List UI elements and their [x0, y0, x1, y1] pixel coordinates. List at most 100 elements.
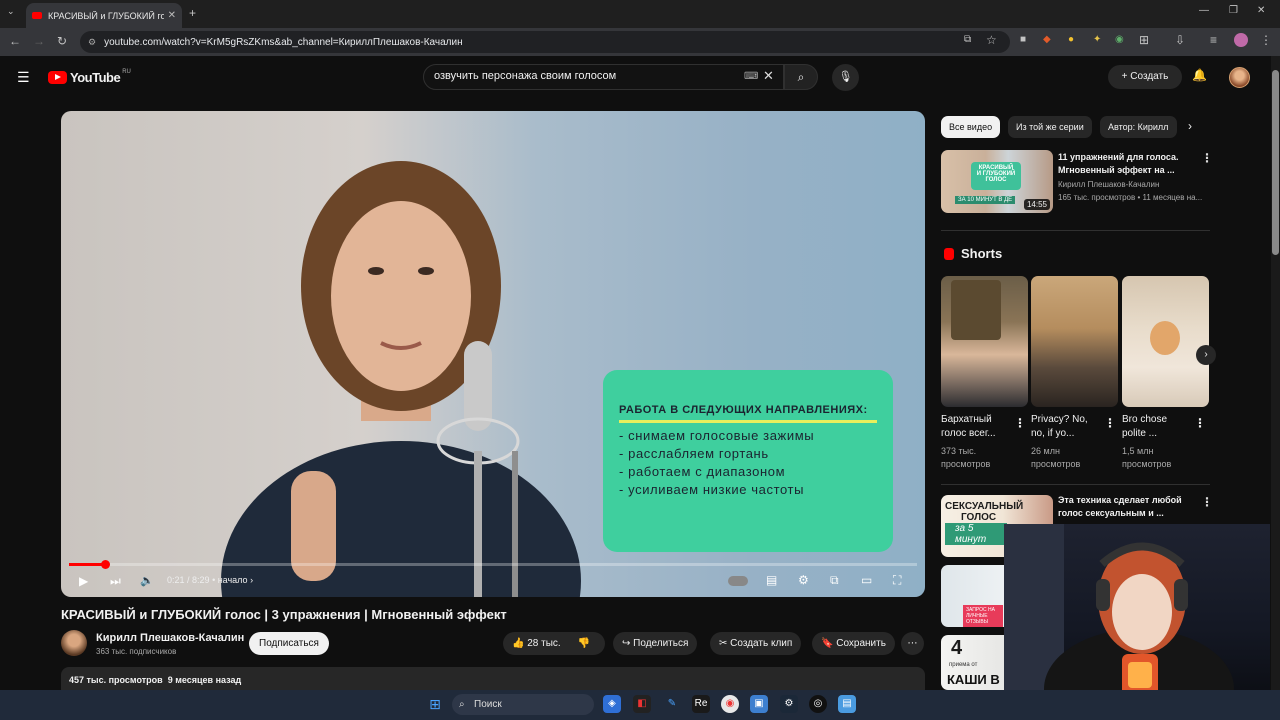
subscribe-button[interactable]: Подписаться [249, 632, 329, 655]
progress-scrubber[interactable] [100, 560, 110, 569]
voice-search-button[interactable]: 🎙 [832, 64, 859, 91]
short-title[interactable]: Privacy? No, no, if yo... [1031, 413, 1101, 441]
restore-icon[interactable]: ❐ [1229, 5, 1238, 16]
downloads-icon[interactable]: ⇩ [1175, 33, 1185, 47]
back-icon[interactable]: ← [9, 34, 21, 48]
shorts-heading-text: Shorts [961, 246, 1003, 261]
forward-icon[interactable]: → [33, 34, 45, 48]
autoplay-toggle[interactable] [728, 576, 748, 586]
address-bar[interactable]: ⚙ youtube.com/watch?v=KrM5gRsZKms&ab_cha… [80, 31, 1010, 53]
progress-bar[interactable] [69, 560, 917, 569]
taskbar-search[interactable]: ⌕ Поиск [452, 694, 594, 715]
notifications-bell-icon[interactable]: 🔔 [1192, 68, 1207, 82]
copilot-icon[interactable]: ◈ [603, 695, 621, 713]
chip-all-videos[interactable]: Все видео [941, 116, 1001, 138]
steam-icon[interactable]: ⚙ [780, 695, 798, 713]
short-thumbnail[interactable] [1122, 276, 1209, 407]
miniplayer-icon[interactable]: ⧉ [830, 573, 839, 588]
short-title[interactable]: Бархатный голос всег... [941, 413, 1011, 441]
youtube-logo[interactable]: YouTube RU [48, 69, 131, 85]
thumbnail-bottom-text: ЗА 10 МИНУТ В ДЕ [955, 196, 1016, 204]
obs-icon[interactable]: ◎ [809, 695, 827, 713]
extensions-puzzle-icon[interactable]: ⊞ [1139, 33, 1149, 47]
window-app-icon[interactable]: ▣ [750, 695, 768, 713]
volume-icon[interactable]: 🔈 [140, 574, 154, 587]
pen-app-icon[interactable]: ✎ [663, 695, 681, 713]
more-actions-button[interactable]: ⋯ [901, 632, 924, 655]
extension-fox-icon[interactable]: ◆ [1043, 34, 1051, 45]
dislike-button[interactable]: 👎 [577, 638, 589, 649]
save-label: Сохранить [836, 638, 886, 649]
thumbnail-subtext: приема от [949, 662, 978, 668]
reaper-icon[interactable]: Re [692, 695, 710, 713]
hamburger-menu-icon[interactable]: ☰ [17, 69, 30, 86]
chapter-label[interactable]: • начало [212, 575, 247, 585]
extension-color-icon[interactable]: ◉ [1115, 34, 1124, 45]
profile-avatar-icon[interactable] [1234, 33, 1248, 47]
figma-icon[interactable]: ◧ [633, 695, 651, 713]
channel-name[interactable]: Кирилл Плешаков-Качалин [96, 632, 244, 644]
tab-search-icon[interactable]: ⌄ [7, 6, 15, 17]
chip-author[interactable]: Автор: Кирилл [1100, 116, 1177, 138]
clear-search-icon[interactable]: ✕ [763, 68, 774, 84]
shorts-next-button[interactable]: › [1196, 345, 1216, 365]
recommended-channel[interactable]: Кирилл Плешаков-Качалин [1058, 179, 1159, 190]
video-player[interactable]: РАБОТА В СЛЕДУЮЩИХ НАПРАВЛЕНИЯХ: - снима… [61, 111, 925, 597]
chips-next-chevron-icon[interactable]: › [1188, 119, 1192, 133]
play-icon[interactable]: ▶ [79, 574, 88, 588]
scrollbar-thumb[interactable] [1272, 70, 1279, 255]
save-button[interactable]: 🔖 Сохранить [812, 632, 895, 655]
youtube-play-logo-icon [48, 71, 67, 84]
thumbs-up-icon: 👍 [512, 638, 528, 649]
channel-avatar[interactable] [61, 630, 87, 656]
chrome-icon[interactable]: ◉ [721, 695, 739, 713]
site-info-icon[interactable]: ⚙ [88, 37, 96, 48]
browser-menu-icon[interactable]: ⋮ [1260, 33, 1272, 47]
more-vertical-icon[interactable]: ⋮ [1201, 495, 1213, 509]
extension-coin-icon[interactable]: ● [1068, 34, 1074, 45]
keyboard-icon[interactable]: ⌨ [744, 71, 758, 82]
short-views: 373 тыс. просмотров [941, 445, 990, 471]
reload-icon[interactable]: ↻ [57, 34, 67, 48]
browser-tab[interactable]: КРАСИВЫЙ и ГЛУБОКИЙ голос ✕ [26, 3, 182, 28]
theater-mode-icon[interactable]: ▭ [861, 573, 872, 587]
extension-icon[interactable]: ■ [1020, 34, 1026, 45]
share-button[interactable]: ↪ Поделиться [613, 632, 698, 655]
settings-gear-icon[interactable]: ⚙ [798, 573, 809, 587]
recommended-title[interactable]: 11 упражнений для голоса. Мгновенный эфф… [1058, 151, 1196, 177]
player-controls: ▶ ⏭ 🔈 0:21 / 8:29 • начало › ▤ ⚙ ⧉ ▭ ⛶ [61, 569, 925, 595]
search-input[interactable]: озвучить персонажа своим голосом [423, 64, 784, 90]
recommended-thumbnail[interactable]: КРАСИВЫЙ И ГЛУБОКИЙ ГОЛОС ЗА 10 МИНУТ В … [941, 150, 1053, 213]
more-vertical-icon[interactable]: ⋮ [1201, 151, 1213, 165]
minimize-icon[interactable]: — [1199, 5, 1209, 16]
short-thumbnail[interactable] [941, 276, 1028, 407]
install-app-icon[interactable]: ⧉ [964, 34, 971, 45]
recommended-title[interactable]: Эта техника сделает любой голос сексуаль… [1058, 494, 1196, 520]
more-vertical-icon[interactable]: ⋮ [1194, 416, 1206, 430]
short-title[interactable]: Bro chose polite ... [1122, 413, 1192, 441]
chevron-right-icon: › [1204, 349, 1208, 360]
fullscreen-icon[interactable]: ⛶ [893, 573, 901, 588]
chip-same-series[interactable]: Из той же серии [1008, 116, 1092, 138]
view-count: 457 тыс. просмотров [69, 675, 163, 685]
next-icon[interactable]: ⏭ [110, 574, 121, 589]
short-thumbnail[interactable] [1031, 276, 1118, 407]
media-control-icon[interactable]: ≡ [1210, 33, 1217, 47]
create-clip-button[interactable]: ✂ Создать клип [710, 632, 802, 655]
like-button[interactable]: 👍 28 тыс. [512, 638, 561, 649]
time-display: 0:21 / 8:29 • начало › [167, 575, 253, 585]
windows-start-icon[interactable]: ⊞ [426, 695, 444, 713]
create-button[interactable]: + Создать [1108, 65, 1182, 89]
notes-app-icon[interactable]: ▤ [838, 695, 856, 713]
search-button[interactable]: ⌕ [784, 64, 818, 90]
close-window-icon[interactable]: ✕ [1257, 5, 1265, 16]
chevron-right-icon[interactable]: › [250, 575, 253, 585]
more-vertical-icon[interactable]: ⋮ [1014, 416, 1026, 430]
more-vertical-icon[interactable]: ⋮ [1104, 416, 1116, 430]
bookmark-star-icon[interactable]: ☆ [986, 33, 997, 47]
close-tab-icon[interactable]: ✕ [168, 10, 176, 21]
extension-pin-icon[interactable]: ✦ [1093, 34, 1101, 45]
new-tab-icon[interactable]: + [189, 6, 196, 20]
user-avatar[interactable] [1229, 67, 1250, 88]
subtitles-icon[interactable]: ▤ [766, 573, 777, 587]
